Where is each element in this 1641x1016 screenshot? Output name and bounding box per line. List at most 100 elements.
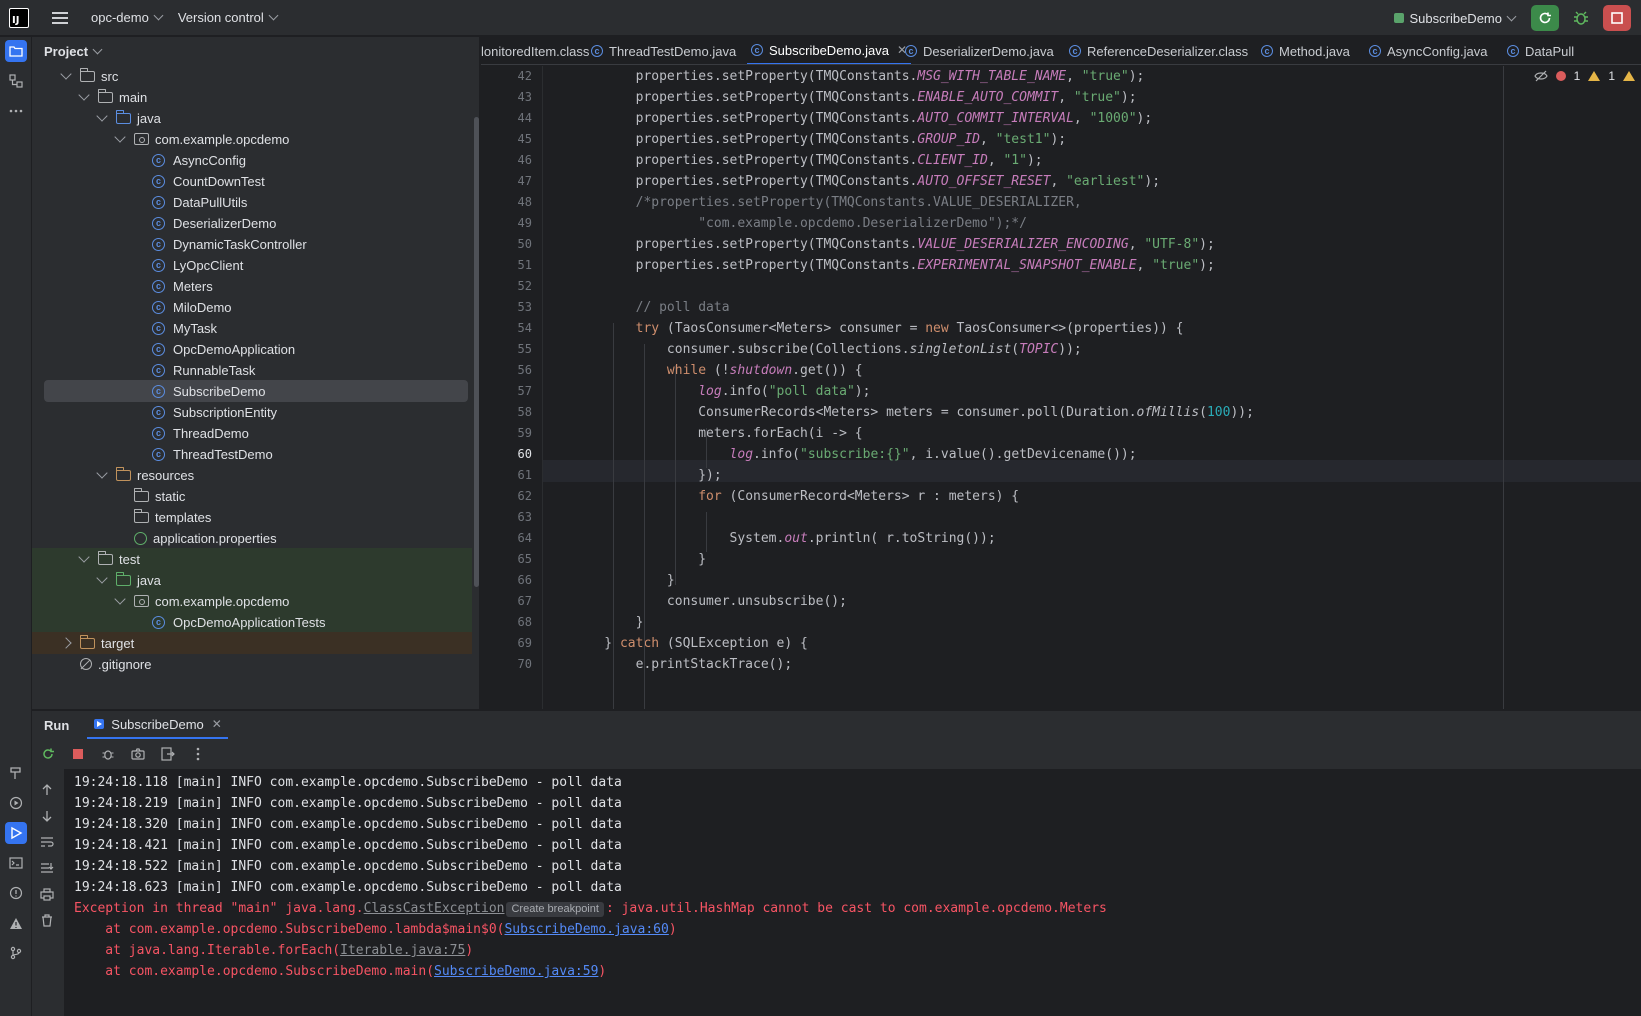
- chevron-down-icon[interactable]: [60, 68, 72, 80]
- reader-mode-icon[interactable]: [1533, 70, 1548, 82]
- tree-item-label: static: [155, 488, 186, 504]
- tree-item[interactable]: c SubscriptionEntity: [32, 401, 472, 423]
- more-options-icon[interactable]: [190, 746, 206, 762]
- tree-item[interactable]: c CountDownTest: [32, 170, 472, 192]
- exception-class-link[interactable]: ClassCastException: [364, 901, 505, 916]
- services-tool-icon[interactable]: [5, 792, 27, 814]
- project-tool-icon[interactable]: [5, 40, 27, 62]
- scroll-to-end-icon[interactable]: [36, 857, 58, 879]
- tree-item[interactable]: c OpcDemoApplication: [32, 338, 472, 360]
- build-tool-icon[interactable]: [5, 762, 27, 784]
- tree-item[interactable]: c ThreadDemo: [32, 422, 472, 444]
- tree-item[interactable]: main: [32, 86, 472, 108]
- exit-icon[interactable]: [160, 746, 176, 762]
- code-line: consumer.subscribe(Collections.singleton…: [573, 339, 1082, 361]
- editor-tab[interactable]: c ReferenceDeserializer.class: [1065, 37, 1252, 64]
- code-token: );: [1026, 153, 1043, 168]
- tree-item[interactable]: c Meters: [32, 275, 472, 297]
- git-tool-icon[interactable]: [5, 942, 27, 964]
- chevron-down-icon[interactable]: [96, 467, 108, 479]
- tree-item[interactable]: c LyOpcClient: [32, 254, 472, 276]
- rerun-button[interactable]: [1531, 5, 1559, 31]
- version-control-menu[interactable]: Version control: [178, 10, 279, 25]
- tree-item[interactable]: c MyTask: [32, 317, 472, 339]
- tree-item[interactable]: java: [32, 569, 472, 591]
- tree-item[interactable]: resources: [32, 464, 472, 486]
- editor-tab[interactable]: c DataPull: [1503, 37, 1578, 64]
- editor-tab[interactable]: c DeserializerDemo.java: [901, 37, 1058, 64]
- close-icon[interactable]: ✕: [212, 717, 222, 731]
- tree-item[interactable]: src: [32, 65, 472, 87]
- camera-icon[interactable]: [130, 746, 146, 762]
- tree-item[interactable]: com.example.opcdemo: [32, 590, 472, 612]
- tree-item[interactable]: c DeserializerDemo: [32, 212, 472, 234]
- run-tab-subscribedemo[interactable]: SubscribeDemo ✕: [87, 711, 228, 739]
- intellij-logo-icon[interactable]: IJ: [9, 7, 29, 28]
- console-output[interactable]: 19:24:18.118 [main] INFO com.example.opc…: [64, 769, 1641, 1016]
- chevron-down-icon[interactable]: [96, 572, 108, 584]
- editor-tab[interactable]: c AsyncConfig.java: [1365, 37, 1491, 64]
- debug-button[interactable]: [1567, 5, 1595, 31]
- tree-item[interactable]: java: [32, 107, 472, 129]
- problems-tool-icon[interactable]: [5, 882, 27, 904]
- chevron-down-icon[interactable]: [114, 131, 126, 143]
- print-icon[interactable]: [36, 883, 58, 905]
- editor-tab[interactable]: lonitoredItem.class: [481, 37, 593, 64]
- tree-item[interactable]: templates: [32, 506, 472, 528]
- class-icon: c: [152, 321, 165, 335]
- tree-item[interactable]: c DataPullUtils: [32, 191, 472, 213]
- editor-tab[interactable]: c Method.java: [1257, 37, 1354, 64]
- structure-tool-icon[interactable]: [5, 70, 27, 92]
- editor-tab[interactable]: c SubscribeDemo.java ✕: [747, 37, 912, 64]
- run-configuration-selector[interactable]: SubscribeDemo: [1393, 11, 1517, 26]
- tree-item-label: target: [101, 635, 135, 651]
- code-editor[interactable]: 42 43 44 45 46 47 48 49 50 51 52 53 54 55 56 57 58 59 60 61…: [481, 66, 1641, 709]
- tree-item[interactable]: application.properties: [32, 527, 472, 549]
- run-tool-icon[interactable]: [5, 822, 27, 844]
- tree-item[interactable]: c AsyncConfig: [32, 149, 472, 171]
- project-scrollbar[interactable]: [474, 117, 479, 587]
- code-token: );: [1199, 258, 1215, 273]
- tree-item[interactable]: c ThreadTestDemo: [32, 443, 472, 465]
- tree-item[interactable]: .gitignore: [32, 653, 472, 675]
- arrow-down-icon[interactable]: [36, 805, 58, 827]
- tree-item[interactable]: c DynamicTaskController: [32, 233, 472, 255]
- tree-item[interactable]: c MiloDemo: [32, 296, 472, 318]
- chevron-right-icon[interactable]: [60, 637, 72, 649]
- tree-item-label: .gitignore: [98, 656, 152, 672]
- tree-item[interactable]: static: [32, 485, 472, 507]
- inspection-widget[interactable]: 1 1: [1533, 69, 1635, 83]
- soft-wrap-icon[interactable]: [36, 831, 58, 853]
- create-breakpoint-button[interactable]: Create breakpoint: [506, 902, 604, 917]
- trash-icon[interactable]: [36, 909, 58, 931]
- tree-item[interactable]: com.example.opcdemo: [32, 128, 472, 150]
- stop-icon[interactable]: [70, 746, 86, 762]
- tree-item[interactable]: test: [32, 548, 472, 570]
- project-selector[interactable]: opc-demo: [91, 10, 164, 25]
- more-tools-icon[interactable]: [5, 100, 27, 122]
- chevron-down-icon[interactable]: [114, 593, 126, 605]
- stack-prefix: at java.lang.Iterable.forEach(: [74, 943, 341, 958]
- project-panel-header[interactable]: Project: [32, 37, 479, 65]
- tree-item[interactable]: c OpcDemoApplicationTests: [32, 611, 472, 633]
- tree-item-label: RunnableTask: [173, 362, 256, 378]
- chevron-down-icon[interactable]: [78, 89, 90, 101]
- stack-source-link[interactable]: Iterable.java:75: [340, 943, 465, 958]
- editor-tab[interactable]: c ThreadTestDemo.java: [587, 37, 740, 64]
- tree-item[interactable]: c SubscribeDemo: [44, 380, 468, 402]
- code-token: CLIENT_ID: [917, 153, 988, 168]
- chevron-down-icon[interactable]: [78, 551, 90, 563]
- main-menu-icon[interactable]: [45, 3, 75, 33]
- stop-button[interactable]: [1603, 5, 1631, 31]
- arrow-up-icon[interactable]: [36, 779, 58, 801]
- terminal-tool-icon[interactable]: [5, 852, 27, 874]
- chevron-down-icon[interactable]: [96, 110, 108, 122]
- stack-source-link[interactable]: SubscribeDemo.java:60: [504, 922, 668, 937]
- warning-tool-icon[interactable]: [5, 912, 27, 934]
- right-margin-guide: [1503, 66, 1504, 709]
- debug-icon[interactable]: [100, 746, 116, 762]
- tree-item[interactable]: target: [32, 632, 472, 654]
- tree-item[interactable]: c RunnableTask: [32, 359, 472, 381]
- rerun-icon[interactable]: [40, 746, 56, 762]
- stack-source-link[interactable]: SubscribeDemo.java:59: [434, 964, 598, 979]
